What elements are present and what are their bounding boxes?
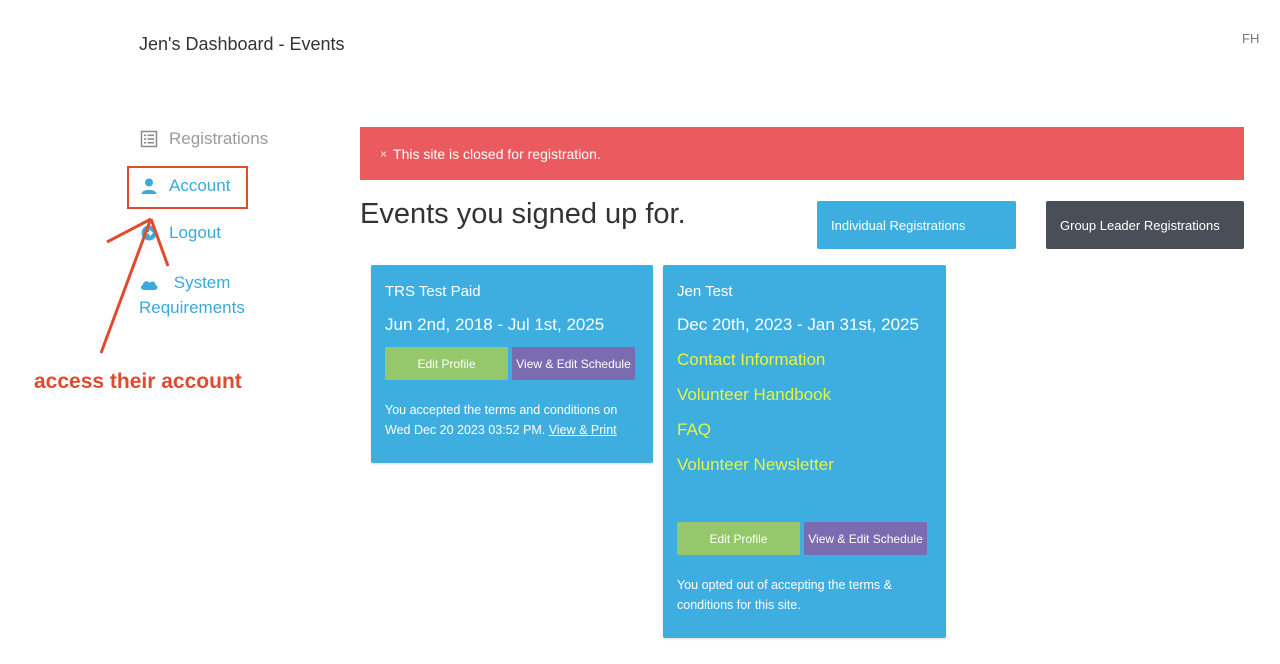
event-name: Jen Test (677, 283, 733, 300)
terms-note: You opted out of accepting the terms & c… (677, 578, 892, 612)
avatar[interactable]: FH (1242, 31, 1259, 46)
view-edit-schedule-button[interactable]: View & Edit Schedule (804, 522, 927, 555)
faq-link[interactable]: FAQ (677, 420, 711, 440)
annotation-callout: access their account (34, 370, 242, 393)
event-name: TRS Test Paid (385, 283, 481, 300)
group-leader-registrations-button[interactable]: Group Leader Registrations (1046, 201, 1244, 249)
contact-information-link[interactable]: Contact Information (677, 350, 825, 370)
event-card: Jen Test Dec 20th, 2023 - Jan 31st, 2025… (663, 265, 946, 638)
event-dates: Jun 2nd, 2018 - Jul 1st, 2025 (385, 315, 605, 334)
edit-profile-button[interactable]: Edit Profile (677, 522, 800, 555)
event-dates: Dec 20th, 2023 - Jan 31st, 2025 (677, 315, 919, 334)
sidebar-item-label: Registrations (169, 129, 269, 148)
view-edit-schedule-button[interactable]: View & Edit Schedule (512, 347, 635, 380)
close-icon[interactable]: × (380, 147, 387, 161)
logout-icon (139, 223, 159, 243)
sidebar-item-registrations[interactable]: Registrations (139, 129, 268, 149)
volunteer-newsletter-link[interactable]: Volunteer Newsletter (677, 455, 834, 475)
sidebar-item-logout[interactable]: Logout (139, 223, 221, 243)
terms-note: You accepted the terms and conditions on… (385, 400, 645, 440)
view-print-link[interactable]: View & Print (549, 423, 617, 437)
individual-registrations-button[interactable]: Individual Registrations (817, 201, 1016, 249)
page-title: Jen's Dashboard - Events (139, 34, 345, 54)
sidebar-item-label: Logout (169, 223, 221, 242)
registration-closed-alert: × This site is closed for registration. (360, 127, 1244, 180)
alert-message: This site is closed for registration. (393, 145, 601, 162)
annotation-highlight-box (127, 166, 248, 209)
edit-profile-button[interactable]: Edit Profile (385, 347, 508, 380)
list-icon (139, 129, 159, 149)
cloud-icon (139, 274, 159, 294)
event-card: TRS Test Paid Jun 2nd, 2018 - Jul 1st, 2… (371, 265, 653, 463)
sidebar-item-system-requirements[interactable]: System Requirements (139, 270, 289, 320)
events-heading: Events you signed up for. (360, 198, 686, 230)
volunteer-handbook-link[interactable]: Volunteer Handbook (677, 385, 831, 405)
